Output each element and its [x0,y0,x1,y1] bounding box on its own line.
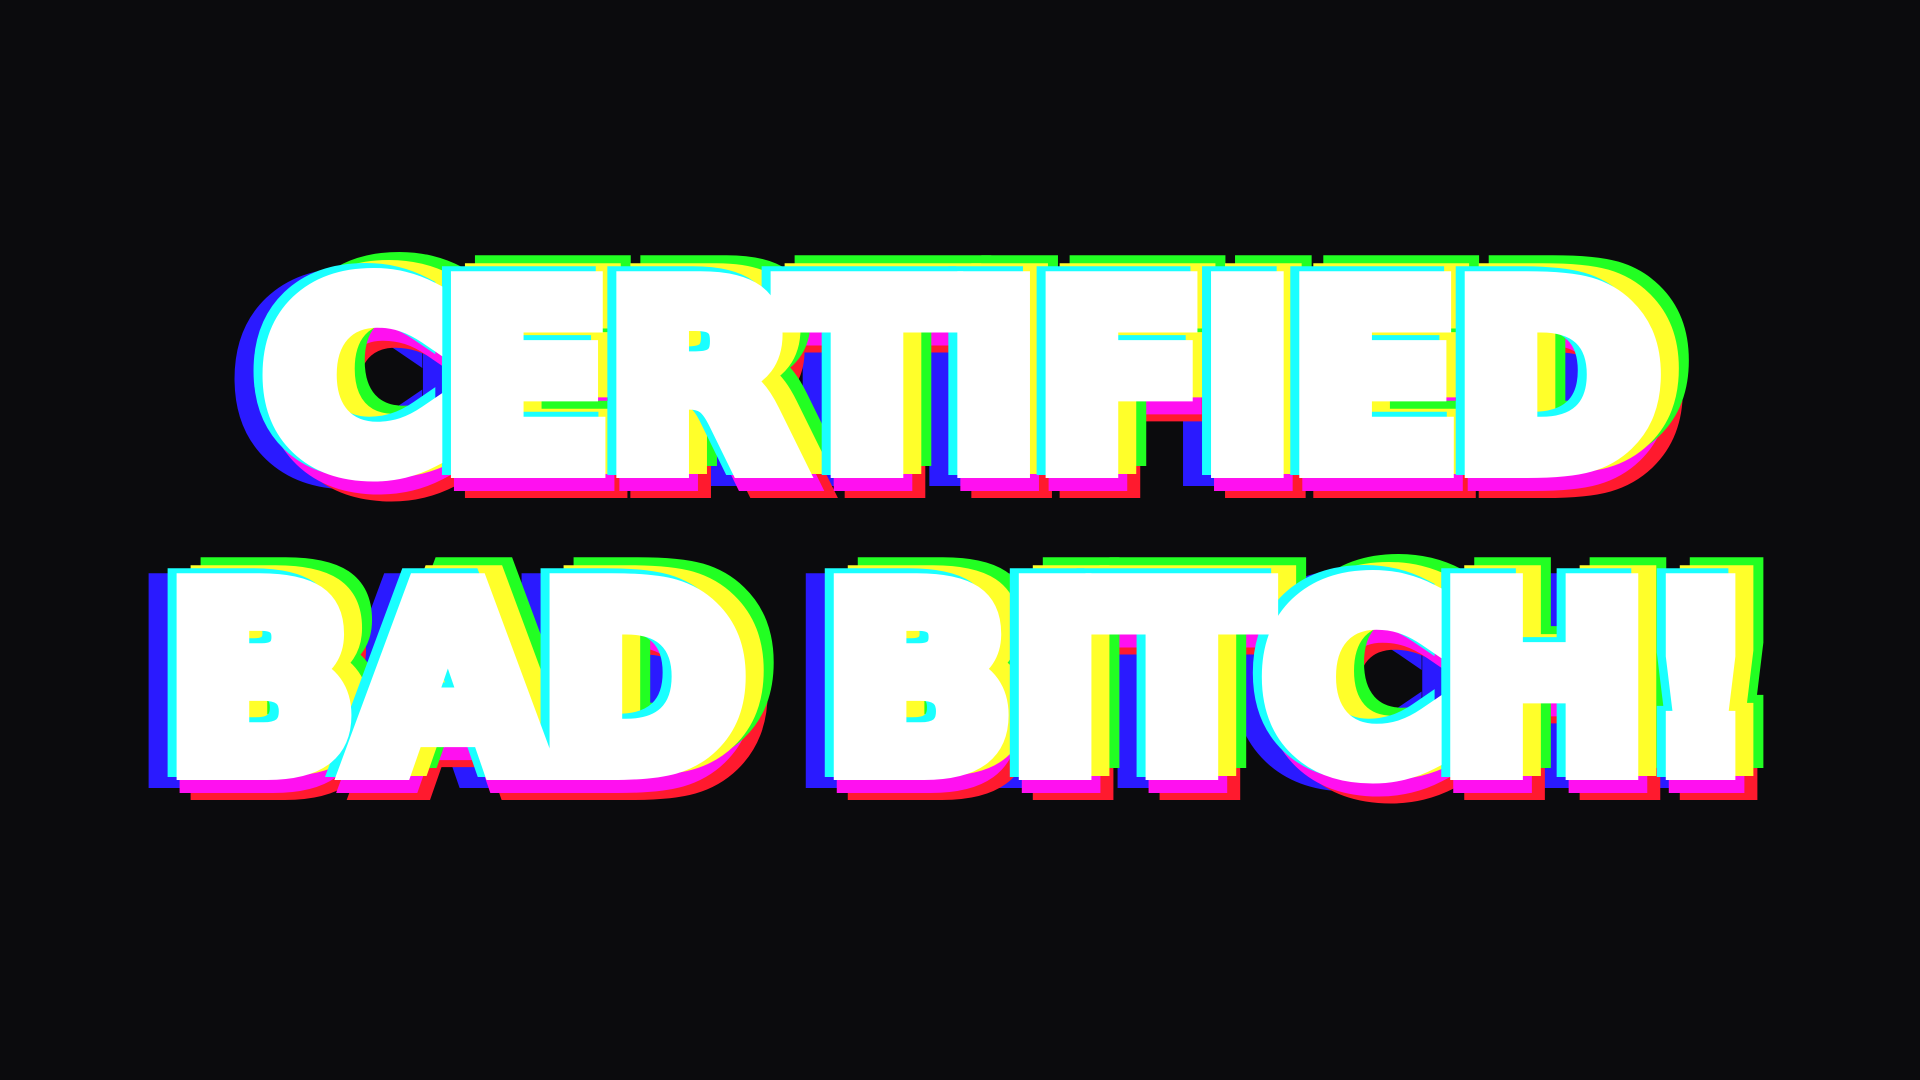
slogan-line-2: BAD BITCH! BAD BITCH! BAD BITCH! BAD BIT… [0,523,1920,845]
slogan-line-1-text: CERTIFIED [263,236,1661,524]
slogan-line-2-text: BAD BITCH! [166,538,1757,826]
glitch-text-graphic: CERTIFIED CERTIFIED CERTIFIED CERTIFIED … [0,0,1920,1080]
slogan-line-1: CERTIFIED CERTIFIED CERTIFIED CERTIFIED … [0,221,1920,543]
